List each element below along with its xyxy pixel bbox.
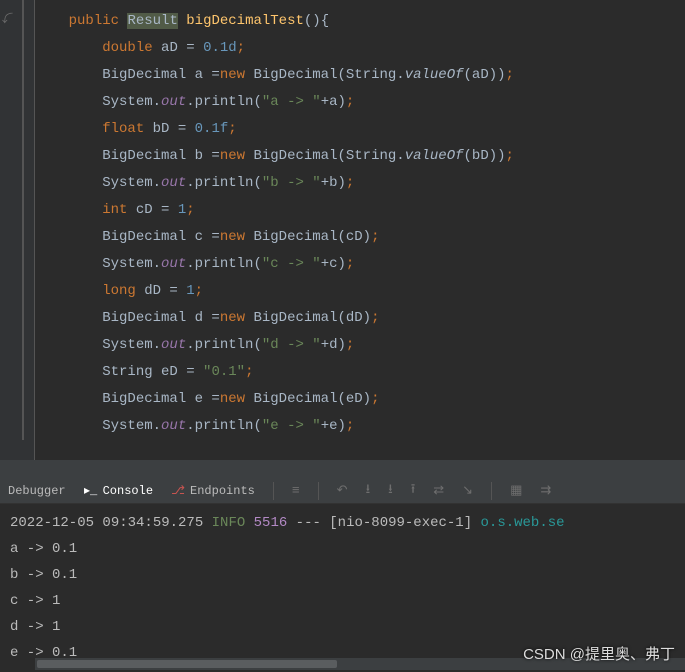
upload-icon[interactable]: ⭱ [411, 480, 416, 502]
output-line: a -> 0.1 [10, 536, 675, 562]
code-line: BigDecimal c =new BigDecimal(cD); [35, 224, 685, 251]
log-line: 2022-12-05 09:34:59.275 INFO 5516 --- [n… [10, 510, 675, 536]
code-line: System.out.println("b -> "+b); [35, 170, 685, 197]
code-content[interactable]: public Result bigDecimalTest(){ double a… [35, 0, 685, 460]
filter-icon[interactable]: ≡ [292, 483, 300, 498]
code-line: BigDecimal d =new BigDecimal(dD); [35, 305, 685, 332]
arrow-icon[interactable]: ↘ [462, 483, 473, 498]
code-line: System.out.println("c -> "+c); [35, 251, 685, 278]
code-line: System.out.println("e -> "+e); [35, 413, 685, 440]
code-line: long dD = 1; [35, 278, 685, 305]
output-line: c -> 1 [10, 588, 675, 614]
code-line: System.out.println("a -> "+a); [35, 89, 685, 116]
code-line: String eD = "0.1"; [35, 359, 685, 386]
tab-debugger-label: Debugger [8, 484, 66, 498]
download-icon[interactable]: ⭳ [366, 480, 371, 502]
endpoints-icon: ⎇ [171, 484, 185, 498]
editor-gutter[interactable]: ⤴ [0, 0, 35, 460]
code-line: BigDecimal b =new BigDecimal(String.valu… [35, 143, 685, 170]
code-line: BigDecimal e =new BigDecimal(eD); [35, 386, 685, 413]
editor-area: ⤴ public Result bigDecimalTest(){ double… [0, 0, 685, 460]
scrollbar-thumb[interactable] [37, 660, 337, 668]
grid-icon[interactable]: ▦ [510, 483, 522, 498]
tab-console-label: Console [103, 484, 153, 498]
console-tab-bar: Debugger ▸_ Console ⎇ Endpoints ≡ ↶ ⭳ ⭳ … [0, 478, 685, 504]
download2-icon[interactable]: ⭳ [388, 480, 393, 502]
step-icon[interactable]: ↶ [337, 483, 348, 498]
toolbar-separator [491, 482, 492, 500]
output-line: b -> 0.1 [10, 562, 675, 588]
panel-divider[interactable] [0, 460, 685, 478]
code-line: BigDecimal a =new BigDecimal(String.valu… [35, 62, 685, 89]
code-line: public Result bigDecimalTest(){ [35, 8, 685, 35]
console-icon: ▸_ [84, 484, 98, 498]
watermark: CSDN @提里奥、弗丁 [523, 643, 675, 664]
run-gutter-icon[interactable]: ⤴ [2, 10, 13, 26]
code-line: int cD = 1; [35, 197, 685, 224]
tab-console[interactable]: ▸_ Console [84, 484, 153, 498]
tab-debugger[interactable]: Debugger [8, 484, 66, 498]
gutter-border [22, 0, 24, 440]
code-line: float bD = 0.1f; [35, 116, 685, 143]
code-line: double aD = 0.1d; [35, 35, 685, 62]
toolbar-separator [318, 482, 319, 500]
output-line: d -> 1 [10, 614, 675, 640]
swap-icon[interactable]: ⇄ [433, 483, 444, 498]
tab-endpoints[interactable]: ⎇ Endpoints [171, 484, 255, 498]
toolbar-separator [273, 482, 274, 500]
code-line: System.out.println("d -> "+d); [35, 332, 685, 359]
tab-endpoints-label: Endpoints [190, 484, 255, 498]
settings-icon[interactable]: ⇉ [540, 483, 551, 498]
